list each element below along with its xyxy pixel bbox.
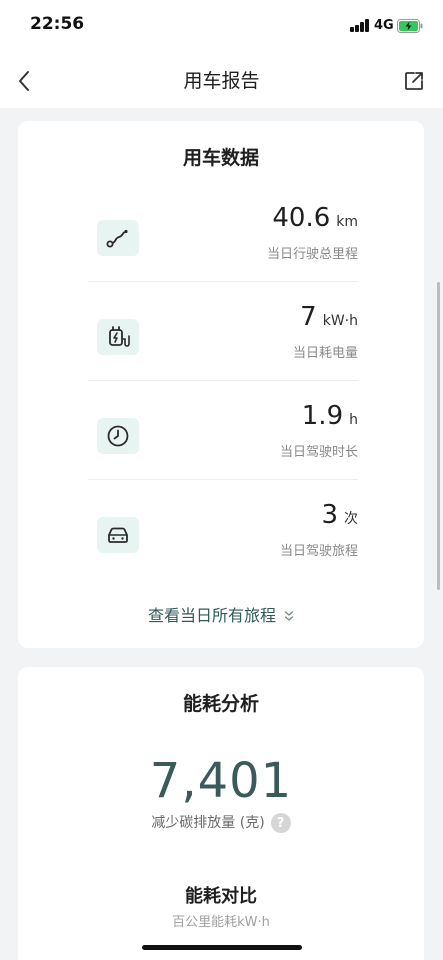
carbon-reduction-value: 7,401 — [149, 753, 293, 809]
clock-icon — [97, 418, 139, 454]
home-indicator[interactable] — [142, 945, 302, 950]
view-all-label: 查看当日所有旅程 — [147, 606, 276, 625]
status-time: 22:56 — [30, 14, 85, 34]
route-icon — [97, 220, 139, 256]
stat-row-mileage: 40.6 km 当日行驶总里程 — [88, 183, 358, 282]
charging-icon — [97, 319, 139, 355]
stat-unit: h — [349, 412, 358, 428]
page-title: 用车报告 — [183, 70, 260, 92]
chevron-left-icon — [19, 71, 29, 91]
stat-row-trips: 3次 当日驾驶旅程 — [88, 480, 358, 579]
share-icon — [405, 72, 423, 90]
energy-compare-caption: 百公里能耗kW·h — [172, 915, 270, 930]
stat-label: 当日驾驶时长 — [279, 445, 358, 460]
stat-value: 1.9 — [301, 401, 344, 431]
stat-unit: km — [336, 214, 358, 230]
carbon-reduction-label-row: 减少碳排放量 (克)? — [18, 812, 424, 833]
stat-row-duration: 1.9 h 当日驾驶时长 — [88, 381, 358, 480]
carbon-reduction-label: 减少碳排放量 (克) — [151, 815, 265, 831]
stat-unit: 次 — [344, 511, 358, 527]
scrollbar[interactable] — [437, 282, 440, 590]
stat-unit: kW·h — [322, 313, 358, 329]
back-button[interactable] — [10, 66, 38, 96]
energy-card: 能耗分析 7,401 减少碳排放量 (克)? 能耗对比 百公里能耗kW·h — [18, 667, 424, 960]
energy-compare-title: 能耗对比 — [185, 886, 257, 907]
stat-value: 40.6 — [272, 203, 331, 233]
share-button[interactable] — [401, 68, 427, 94]
stat-label: 当日行驶总里程 — [266, 247, 358, 262]
usage-card: 用车数据 40.6 km 当日行驶总里程 7 kW·h 当日耗电量 1.9 h … — [18, 121, 424, 648]
nav-bar: 用车报告 — [0, 54, 443, 108]
battery-icon — [397, 18, 423, 33]
stat-row-energy: 7 kW·h 当日耗电量 — [88, 282, 358, 381]
usage-card-title: 用车数据 — [182, 147, 259, 169]
stat-label: 当日驾驶旅程 — [279, 544, 358, 559]
stat-label: 当日耗电量 — [292, 346, 358, 361]
status-bar: 22:56 4G — [0, 0, 443, 54]
help-icon[interactable]: ? — [270, 813, 291, 833]
stat-value: 3 — [321, 500, 338, 530]
screen: 22:56 4G 用车报告 用车数据 40.6 km 当日行驶总里程 7 kW·… — [0, 0, 443, 960]
car-icon — [97, 517, 139, 553]
view-all-trips-link[interactable]: 查看当日所有旅程 — [18, 602, 424, 626]
network-type: 4G — [374, 18, 394, 33]
stat-value: 7 — [300, 302, 317, 332]
double-chevron-down-icon — [284, 607, 294, 626]
signal-icon — [350, 19, 370, 32]
energy-card-title: 能耗分析 — [182, 693, 259, 715]
